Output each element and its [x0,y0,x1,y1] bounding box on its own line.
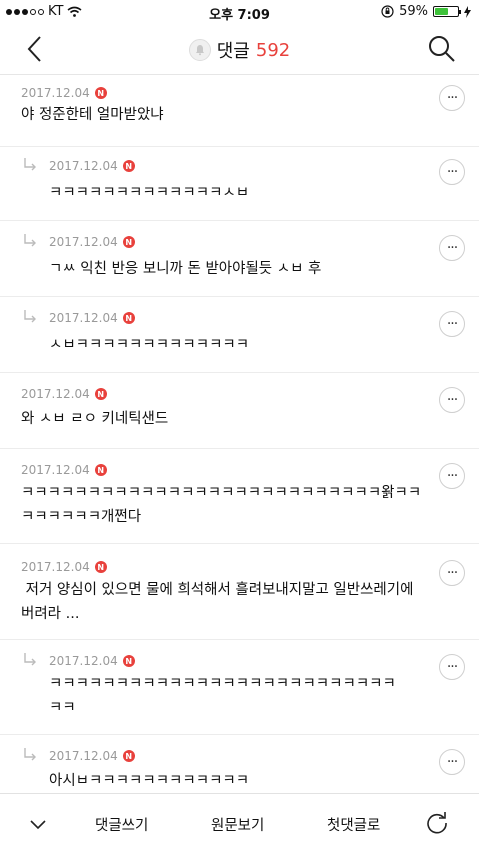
new-badge: N [122,655,135,667]
comment-date: 2017.12.04 [49,159,118,173]
comment-item: 2017.12.04 N ㅋㅋㅋㅋㅋㅋㅋㅋㅋㅋㅋㅋㅋㅋㅋㅋㅋㅋㅋㅋㅋㅋㅋㅋㅋㅋㅋ… [0,449,479,544]
comment-text: 아시ㅂㅋㅋㅋㅋㅋㅋㅋㅋㅋㅋㅋㅋ [49,773,250,789]
comment-meta: 2017.12.04 N [21,387,107,401]
charging-icon [464,5,471,18]
search-button[interactable] [427,34,457,64]
more-options-button[interactable]: ··· [439,463,465,489]
comment-date: 2017.12.04 [21,463,90,477]
comment-date: 2017.12.04 [21,86,90,100]
status-right: 59% [381,4,471,19]
reply-arrow-icon [24,234,36,247]
comment-text: ㄱㅆ 익친 반응 보니까 돈 받아야될듯 ㅅㅂ 후 [49,261,322,277]
comment-date: 2017.12.04 [49,311,118,325]
comment-date: 2017.12.04 [49,654,118,668]
comment-text-line: ㅋㅋㅋㅋㅋㅋㅋㅋㅋㅋㅋㅋㅋㅋㅋㅋㅋㅋㅋㅋㅋㅋㅋㅋㅋㅋ [49,676,396,692]
comment-date: 2017.12.04 [21,560,90,574]
more-options-button[interactable]: ··· [439,85,465,111]
battery-level [435,8,448,15]
view-original-button[interactable]: 원문보기 [211,814,264,835]
comment-date: 2017.12.04 [49,235,118,249]
more-options-button[interactable]: ··· [439,560,465,586]
comment-text: 야 정준한테 얼마받았냐 [21,107,164,123]
new-badge: N [94,464,107,476]
reply-arrow-icon [24,158,36,171]
more-options-button[interactable]: ··· [439,311,465,337]
comment-text-line: ㅋㅋ [49,700,76,716]
reply-arrow-icon [24,310,36,323]
comment-meta: 2017.12.04 N [21,86,107,100]
comment-text: 와 ㅅㅂ ㄹㅇ 키네틱샌드 [21,411,169,427]
comment-meta: 2017.12.04 N [49,749,135,763]
comment-item: 2017.12.04 N 야 정준한테 얼마받았냐 ··· [0,75,479,147]
new-badge: N [122,160,135,172]
comment-meta: 2017.12.04 N [49,159,135,173]
bell-icon[interactable] [188,39,211,61]
new-badge: N [94,388,107,400]
page-title: 댓글 592 [0,37,479,63]
battery-percent: 59% [399,4,428,19]
comment-list: 2017.12.04 N 야 정준한테 얼마받았냐 ··· 2017.12.04… [0,75,479,815]
comment-item: 2017.12.04 N 저거 양심이 있으면 물에 희석해서 흘려보내지말고 … [0,544,479,640]
more-options-button[interactable]: ··· [439,654,465,680]
more-options-button[interactable]: ··· [439,749,465,775]
header: 댓글 592 [0,24,479,75]
comment-meta: 2017.12.04 N [21,560,107,574]
new-badge: N [94,87,107,99]
bottom-toolbar: 댓글쓰기 원문보기 첫댓글로 [0,793,479,854]
comment-meta: 2017.12.04 N [49,235,135,249]
title-label: 댓글 [216,41,250,62]
comment-meta: 2017.12.04 N [49,654,135,668]
new-badge: N [122,312,135,324]
comment-text: ㅅㅂㅋㅋㅋㅋㅋㅋㅋㅋㅋㅋㅋㅋㅋ [49,337,250,353]
more-options-button[interactable]: ··· [439,159,465,185]
status-bar: KT 오후 7:09 59% [0,0,479,24]
reply-item: 2017.12.04 N ㅋㅋㅋㅋㅋㅋㅋㅋㅋㅋㅋㅋㅋㅋㅋㅋㅋㅋㅋㅋㅋㅋㅋㅋㅋㅋ … [0,640,479,735]
comment-date: 2017.12.04 [49,749,118,763]
new-badge: N [122,236,135,248]
reply-item: 2017.12.04 N ㅅㅂㅋㅋㅋㅋㅋㅋㅋㅋㅋㅋㅋㅋㅋ ··· [0,297,479,373]
comment-date: 2017.12.04 [21,387,90,401]
comment-count: 592 [255,39,291,61]
comment-text-line: 저거 양심이 있으면 물에 희석해서 흘려보내지말고 일반쓰레기에 [21,582,414,598]
reply-arrow-icon [24,748,36,761]
battery-icon [433,6,461,17]
comment-meta: 2017.12.04 N [49,311,135,325]
comment-item: 2017.12.04 N 와 ㅅㅂ ㄹㅇ 키네틱샌드 ··· [0,373,479,449]
reply-item: 2017.12.04 N ㄱㅆ 익친 반응 보니까 돈 받아야될듯 ㅅㅂ 후 ·… [0,221,479,297]
reply-item: 2017.12.04 N ㅋㅋㅋㅋㅋㅋㅋㅋㅋㅋㅋㅋㅋㅅㅂ ··· [0,147,479,221]
comment-text-line: ㅋㅋㅋㅋㅋㅋ개쩐다 [21,509,142,525]
orientation-lock-icon [381,5,394,18]
refresh-button[interactable] [425,810,449,834]
more-options-button[interactable]: ··· [439,387,465,413]
collapse-button[interactable] [28,814,48,834]
comment-text-line: ㅋㅋㅋㅋㅋㅋㅋㅋㅋㅋㅋㅋㅋㅋㅋㅋㅋㅋㅋㅋㅋㅋㅋㅋㅋㅋㅋ왉ㅋㅋ [21,485,422,501]
comment-text: ㅋㅋㅋㅋㅋㅋㅋㅋㅋㅋㅋㅋㅋㅅㅂ [49,185,250,201]
first-comment-button[interactable]: 첫댓글로 [327,814,380,835]
comment-meta: 2017.12.04 N [21,463,107,477]
new-badge: N [122,750,135,762]
new-badge: N [94,561,107,573]
write-comment-button[interactable]: 댓글쓰기 [95,814,148,835]
reply-arrow-icon [24,653,36,666]
comment-text-line: 버려라 ... [21,606,80,622]
more-options-button[interactable]: ··· [439,235,465,261]
